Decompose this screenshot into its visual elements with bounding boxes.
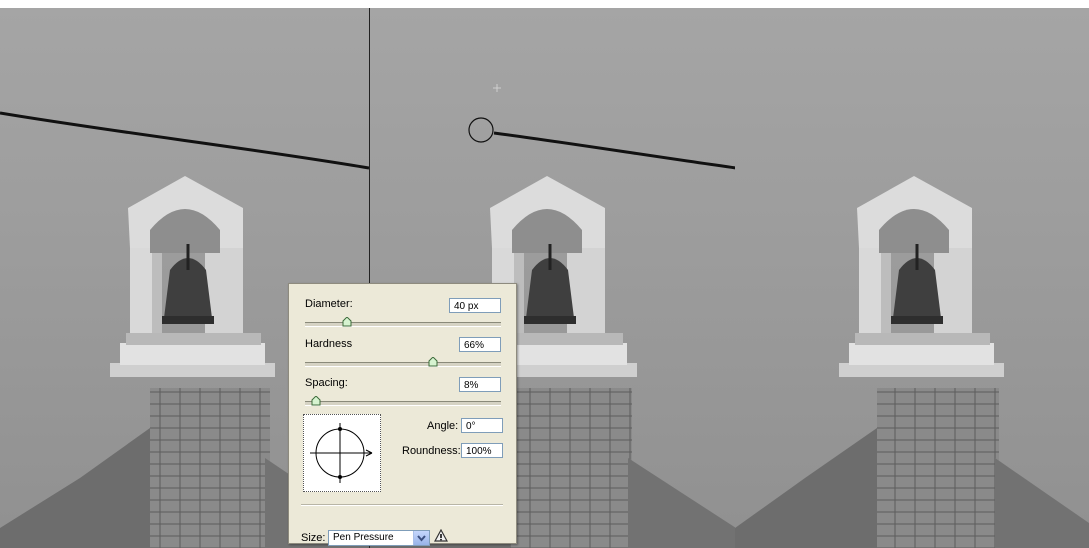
brush-tip-preview[interactable] — [303, 414, 381, 492]
divider — [301, 504, 503, 506]
hardness-label: Hardness — [305, 338, 353, 350]
spacing-slider[interactable] — [305, 396, 501, 406]
spacing-slider-thumb[interactable] — [311, 396, 321, 406]
diameter-slider[interactable] — [305, 317, 501, 327]
brush-cursor-icon[interactable] — [468, 117, 494, 143]
diameter-label: Diameter: — [305, 298, 353, 310]
power-line — [0, 111, 369, 170]
roundness-label: Roundness: — [402, 445, 461, 457]
bell-tower-photo — [735, 176, 1089, 548]
crosshair-icon — [493, 84, 501, 92]
diameter-field[interactable]: 40 px — [449, 298, 501, 313]
size-control-select[interactable]: Pen Pressure — [328, 530, 430, 546]
hardness-slider[interactable] — [305, 357, 501, 367]
angle-field[interactable]: 0° — [461, 418, 503, 433]
hardness-field[interactable]: 66% — [459, 337, 501, 352]
size-control-label: Size: — [301, 532, 326, 544]
angle-label: Angle: — [427, 420, 459, 432]
size-control-value: Pen Pressure — [333, 532, 394, 543]
image-comparison-stage: Diameter: 40 px Hardness 66% Spacing: 8% — [0, 0, 1089, 548]
hardness-slider-thumb[interactable] — [428, 357, 438, 367]
chevron-down-icon[interactable] — [413, 531, 429, 545]
brush-options-popup: Diameter: 40 px Hardness 66% Spacing: 8% — [288, 283, 517, 546]
roundness-field[interactable]: 100% — [461, 443, 503, 458]
bell-tower — [735, 176, 1089, 548]
diameter-slider-thumb[interactable] — [342, 317, 352, 327]
spacing-field[interactable]: 8% — [459, 377, 501, 392]
power-line — [493, 131, 736, 170]
brush-angle-icon — [310, 423, 373, 483]
photo-panel-result — [735, 8, 1089, 548]
spacing-label: Spacing: — [305, 377, 348, 389]
warning-icon — [434, 529, 448, 542]
